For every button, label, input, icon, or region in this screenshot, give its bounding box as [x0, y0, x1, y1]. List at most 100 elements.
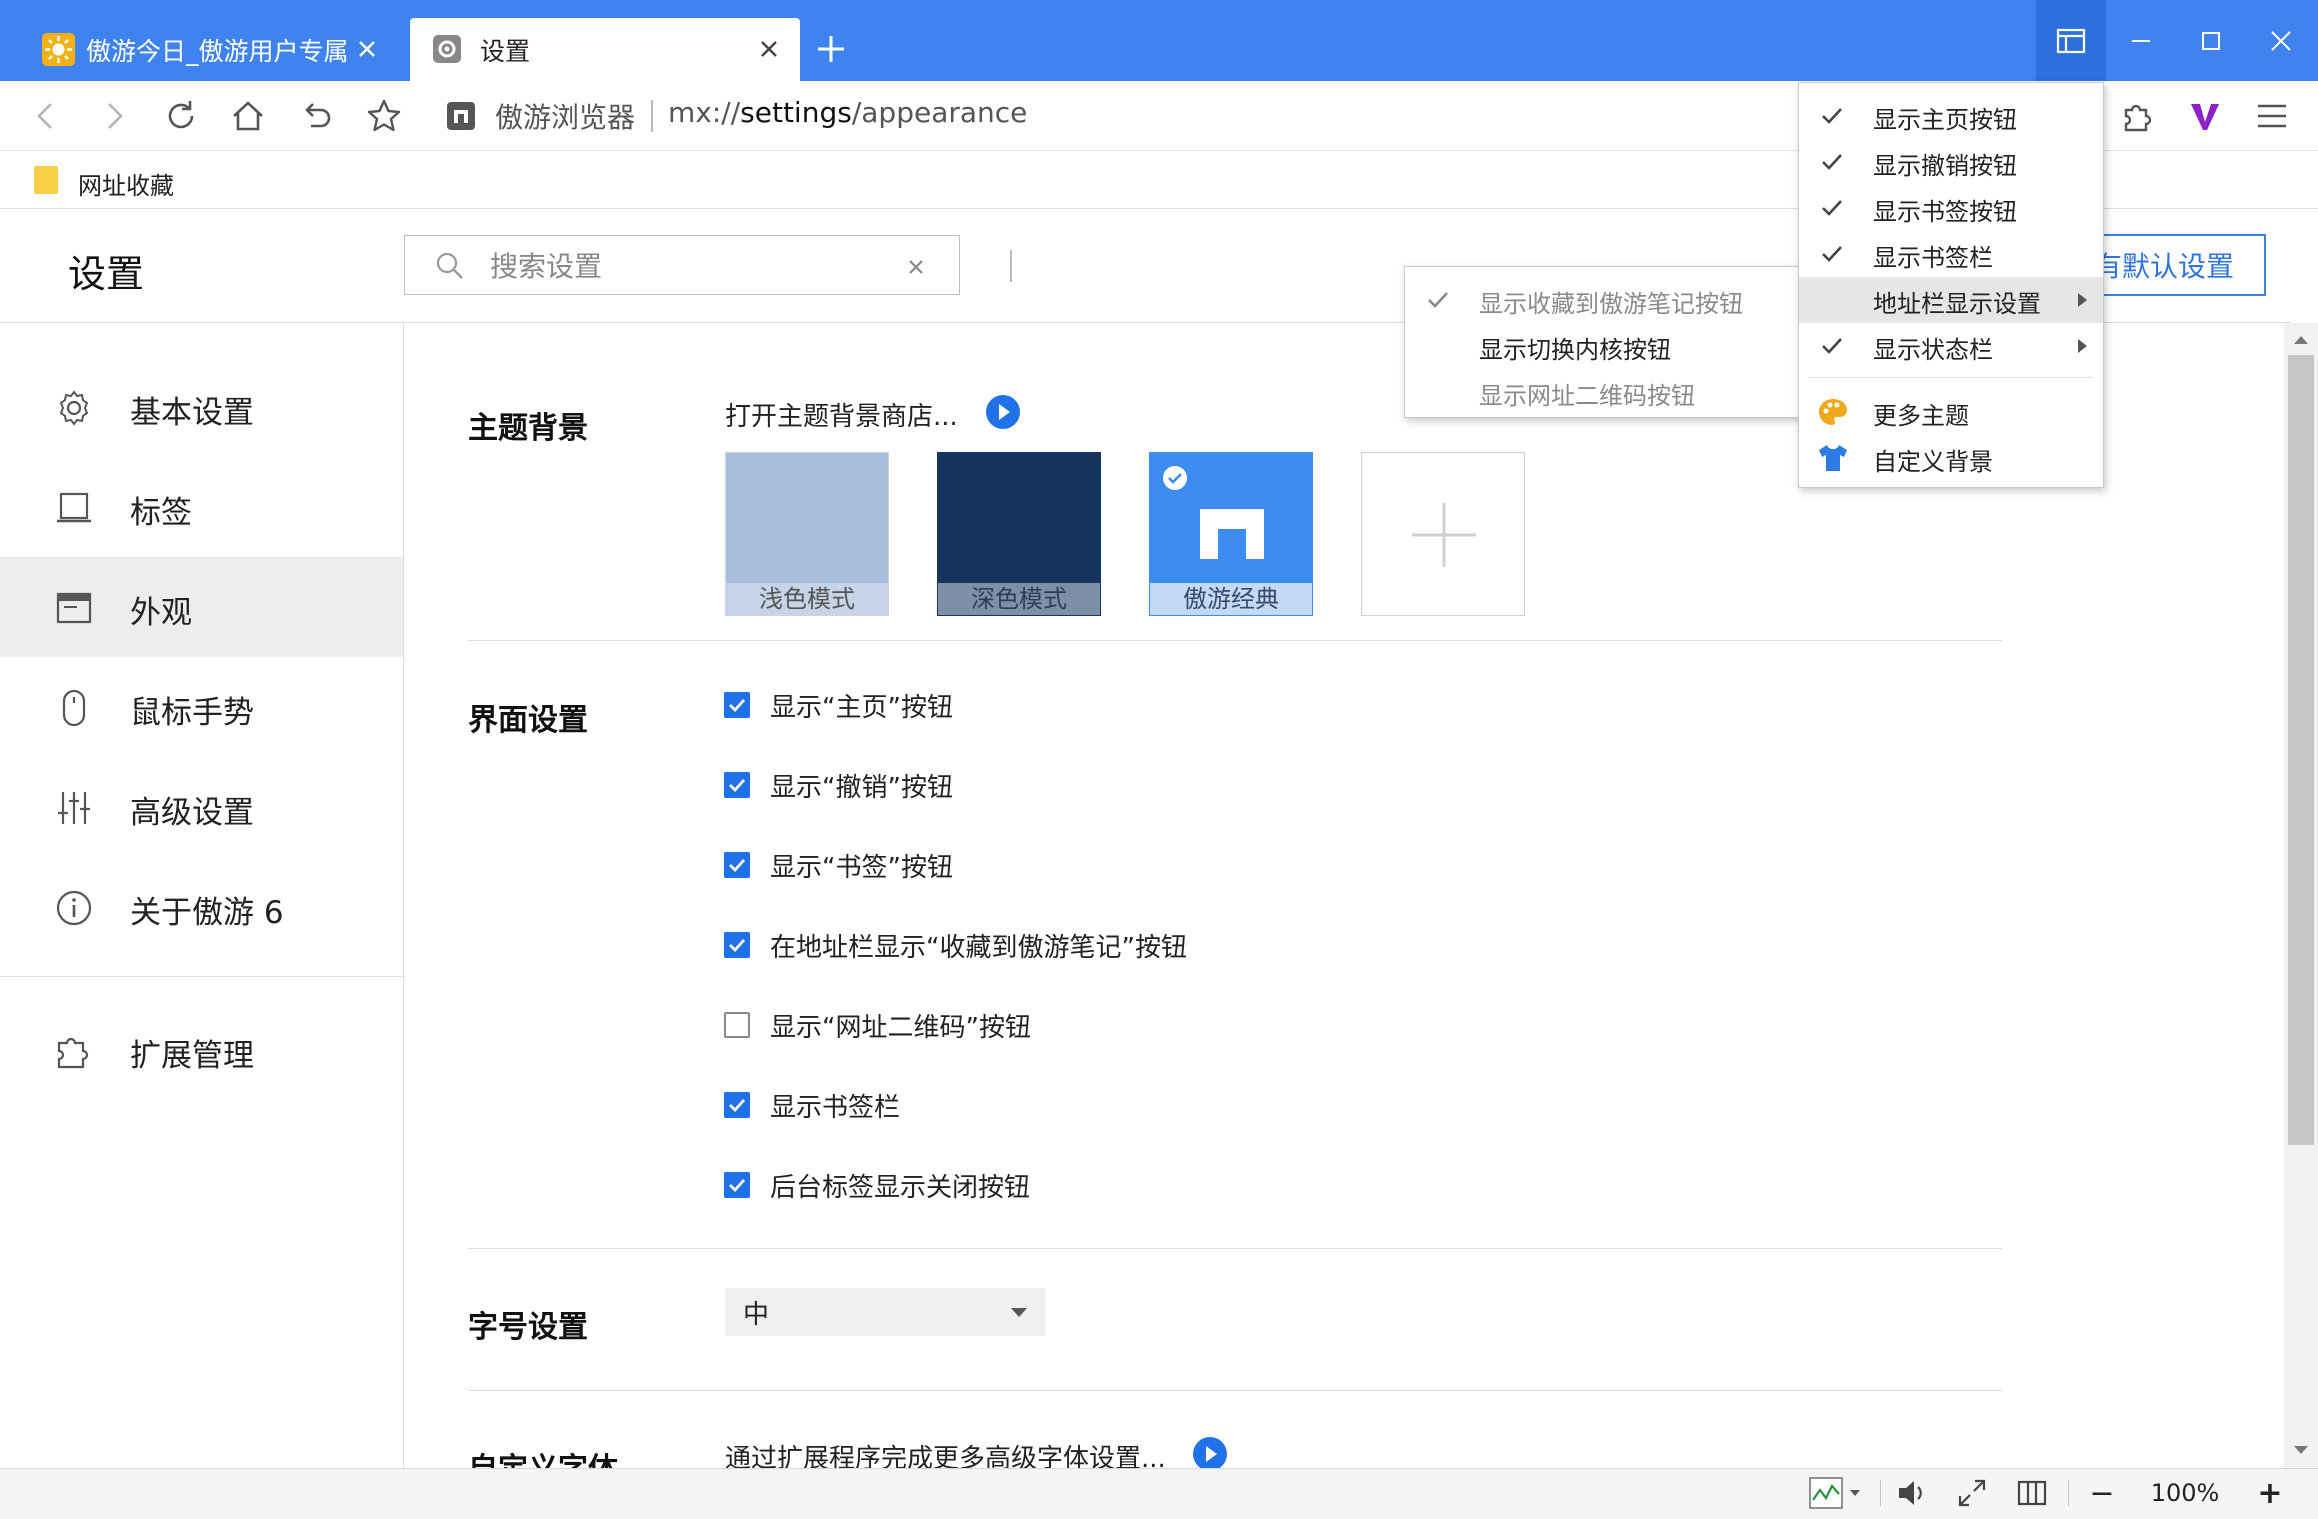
- window-icon: [55, 589, 93, 627]
- header-divider: [1010, 250, 1012, 282]
- check-icon: [1425, 288, 1451, 312]
- checkbox[interactable]: [724, 692, 750, 718]
- option-show-bookmark-button[interactable]: 显示“书签”按钮: [724, 845, 953, 885]
- option-show-undo-button[interactable]: 显示“撤销”按钮: [724, 765, 953, 805]
- gear-icon: [55, 389, 93, 427]
- tab-settings[interactable]: 设置: [410, 18, 800, 81]
- minimize-button[interactable]: [2106, 0, 2176, 81]
- close-window-button[interactable]: [2246, 0, 2316, 81]
- check-icon: [1819, 150, 1845, 174]
- option-label: 显示“撤销”按钮: [770, 772, 953, 803]
- menu-item-qrcode[interactable]: 显示网址二维码按钮: [1405, 369, 1803, 415]
- checkbox[interactable]: [724, 852, 750, 878]
- url-scheme: mx://: [668, 96, 741, 129]
- close-tab-icon[interactable]: [752, 32, 786, 66]
- option-label: 显示“主页”按钮: [770, 692, 953, 723]
- url-host: settings: [740, 96, 852, 129]
- bookmark-folder-label[interactable]: 网址收藏: [78, 166, 174, 201]
- checkbox[interactable]: [724, 1172, 750, 1198]
- scrollbar-thumb[interactable]: [2288, 355, 2314, 1145]
- zoom-out-button[interactable]: −: [2080, 1473, 2124, 1513]
- menu-item-label: 显示书签按钮: [1873, 198, 2017, 226]
- menu-item-label: 显示网址二维码按钮: [1479, 382, 1695, 410]
- maxthon-logo-icon: [447, 102, 475, 130]
- split-view-icon[interactable]: [2010, 1473, 2054, 1513]
- home-button[interactable]: [224, 92, 272, 140]
- option-background-tab-close-button[interactable]: 后台标签显示关闭按钮: [724, 1165, 1030, 1205]
- gear-icon: [432, 34, 462, 64]
- checkbox[interactable]: [724, 772, 750, 798]
- url-field[interactable]: mx://settings/appearance: [668, 96, 1027, 129]
- section-divider: [468, 1390, 2002, 1391]
- option-show-bookmarks-bar[interactable]: 显示书签栏: [724, 1085, 900, 1125]
- tab-title: 设置: [480, 36, 531, 66]
- tab-icon: [55, 489, 93, 527]
- back-button[interactable]: [22, 92, 70, 140]
- sidebar-item-appearance[interactable]: 外观: [0, 557, 403, 657]
- main-menu-icon[interactable]: [2248, 92, 2296, 140]
- forward-button[interactable]: [90, 92, 138, 140]
- menu-item-save-to-notes[interactable]: 显示收藏到傲游笔记按钮: [1405, 277, 1803, 323]
- check-icon: [1819, 334, 1845, 358]
- menu-item-show-status-bar[interactable]: 显示状态栏: [1799, 323, 2103, 369]
- menu-item-show-home-button[interactable]: 显示主页按钮: [1799, 93, 2103, 139]
- scroll-down-icon[interactable]: [2290, 1443, 2312, 1457]
- new-tab-button[interactable]: [810, 28, 852, 70]
- theme-store-link[interactable]: 打开主题背景商店...: [725, 396, 958, 433]
- sidebar-item-tabs[interactable]: 标签: [0, 457, 403, 557]
- layout-menu-button[interactable]: [2036, 0, 2106, 81]
- menu-item-more-themes[interactable]: 更多主题: [1799, 389, 2103, 435]
- sidebar-item-basic[interactable]: 基本设置: [0, 357, 403, 457]
- option-show-home-button[interactable]: 显示“主页”按钮: [724, 685, 953, 725]
- section-title-custom-font: 自定义字体: [468, 1444, 618, 1468]
- option-show-save-to-notes-button[interactable]: 在地址栏显示“收藏到傲游笔记”按钮: [724, 925, 1187, 965]
- checkbox[interactable]: [724, 932, 750, 958]
- section-title-theme: 主题背景: [468, 411, 588, 446]
- font-size-select[interactable]: 中: [725, 1288, 1045, 1336]
- menu-item-label: 自定义背景: [1873, 448, 1993, 476]
- tab-maxthon-today[interactable]: 傲游今日_傲游用户专属: [28, 18, 398, 81]
- menu-item-address-bar-settings[interactable]: 地址栏显示设置: [1799, 277, 2103, 323]
- menu-item-show-bookmark-button[interactable]: 显示书签按钮: [1799, 185, 2103, 231]
- sidebar-item-about[interactable]: 关于傲游 6: [0, 857, 403, 957]
- fullscreen-icon[interactable]: [1950, 1473, 1994, 1513]
- sidebar-item-label: 扩展管理: [130, 1038, 254, 1074]
- theme-card-classic[interactable]: 傲游经典: [1149, 452, 1313, 616]
- section-title-custom-font-clip: 自定义字体: [468, 1444, 668, 1468]
- zoom-level[interactable]: 100%: [2140, 1473, 2230, 1513]
- add-theme-button[interactable]: [1361, 452, 1525, 616]
- theme-card-dark[interactable]: 深色模式: [937, 452, 1101, 616]
- sidebar-item-label: 关于傲游 6: [130, 895, 284, 931]
- bookmark-star-button[interactable]: [360, 92, 408, 140]
- reload-button[interactable]: [157, 92, 205, 140]
- search-input[interactable]: [488, 242, 892, 290]
- menu-item-custom-background[interactable]: 自定义背景: [1799, 435, 2103, 481]
- vivid-v-icon[interactable]: [2181, 92, 2229, 140]
- close-tab-icon[interactable]: [350, 32, 384, 66]
- zoom-in-button[interactable]: +: [2248, 1473, 2292, 1513]
- menu-item-show-undo-button[interactable]: 显示撤销按钮: [1799, 139, 2103, 185]
- menu-item-switch-engine[interactable]: 显示切换内核按钮: [1405, 323, 1803, 369]
- clear-search-icon[interactable]: [905, 256, 927, 278]
- selected-check-icon: [1162, 465, 1188, 491]
- status-separator: [1880, 1480, 1881, 1506]
- scroll-up-icon[interactable]: [2290, 333, 2312, 347]
- theme-card-light[interactable]: 浅色模式: [725, 452, 889, 616]
- extensions-icon[interactable]: [2114, 92, 2162, 140]
- folder-icon[interactable]: [34, 166, 58, 194]
- checkbox[interactable]: [724, 1092, 750, 1118]
- maximize-button[interactable]: [2176, 0, 2246, 81]
- option-show-qrcode-button[interactable]: 显示“网址二维码”按钮: [724, 1005, 1031, 1045]
- sidebar-item-advanced[interactable]: 高级设置: [0, 757, 403, 857]
- layout-dropdown-menu: 显示主页按钮 显示撤销按钮 显示书签按钮 显示书签栏 地址栏显示设置 显示状态栏…: [1798, 82, 2104, 488]
- checkbox[interactable]: [724, 1012, 750, 1038]
- network-monitor-icon[interactable]: [1806, 1473, 1870, 1513]
- theme-card-label: 浅色模式: [726, 583, 888, 615]
- undo-button[interactable]: [292, 92, 340, 140]
- arrow-right-icon[interactable]: [1193, 1437, 1227, 1471]
- sidebar-item-extensions[interactable]: 扩展管理: [0, 1000, 403, 1100]
- menu-item-show-bookmarks-bar[interactable]: 显示书签栏: [1799, 231, 2103, 277]
- sidebar-item-mouse-gestures[interactable]: 鼠标手势: [0, 657, 403, 757]
- volume-icon[interactable]: [1890, 1473, 1934, 1513]
- arrow-right-icon[interactable]: [986, 395, 1020, 429]
